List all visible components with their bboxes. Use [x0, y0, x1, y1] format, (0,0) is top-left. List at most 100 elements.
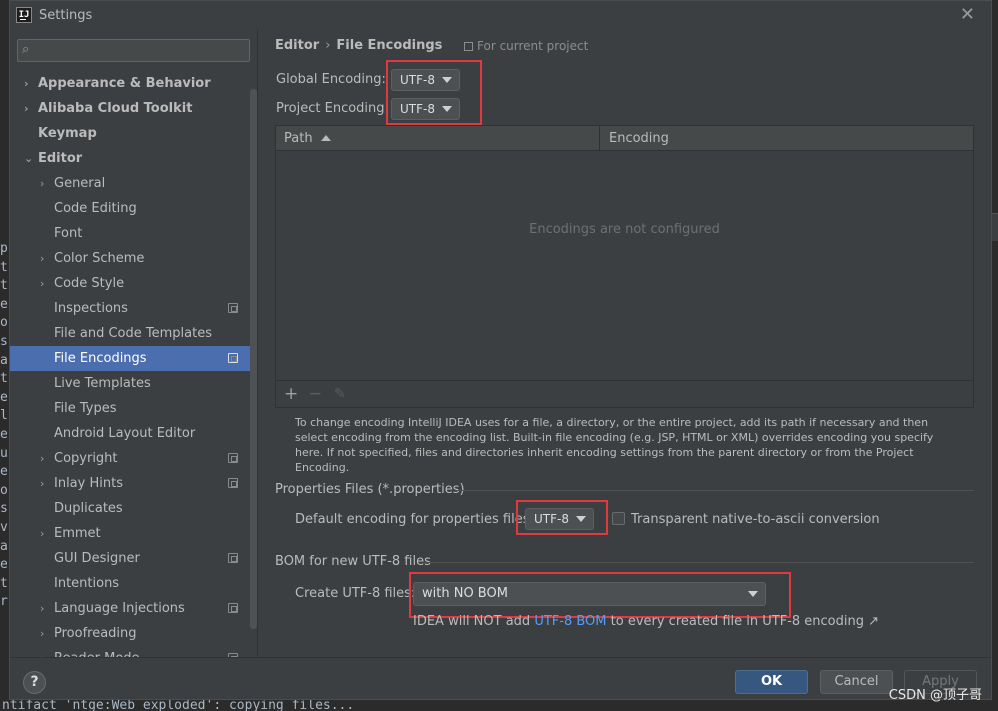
sidebar-item-alibaba-cloud-toolkit[interactable]: › Alibaba Cloud Toolkit: [10, 96, 250, 121]
sidebar-item-keymap[interactable]: Keymap: [10, 121, 250, 146]
sidebar-item-label: Code Editing: [54, 201, 137, 216]
sidebar-item-label: File Encodings: [54, 351, 147, 366]
chevron-right-icon[interactable]: ›: [40, 246, 44, 271]
sidebar-item-editor[interactable]: ⌄ Editor: [10, 146, 250, 171]
background-letter: p: [0, 241, 8, 256]
sidebar-item-label: GUI Designer: [54, 551, 140, 566]
settings-dialog: IJ Settings ✕ ⌕ › Appearance & Behavior › A…: [9, 0, 992, 700]
sidebar-item-language-injections[interactable]: › Language Injections: [10, 596, 250, 621]
breadcrumb: Editor › File Encodings: [275, 38, 442, 53]
add-icon[interactable]: +: [284, 384, 298, 404]
sidebar-item-label: Copyright: [54, 451, 118, 466]
background-letter: v: [0, 519, 8, 535]
sidebar-scrollbar[interactable]: [250, 89, 257, 629]
cancel-button[interactable]: Cancel: [820, 670, 893, 694]
background-letter: t: [0, 371, 8, 387]
sidebar-item-label: Language Injections: [54, 601, 185, 616]
column-header-encoding[interactable]: Encoding: [601, 126, 973, 151]
properties-encoding-label: Default encoding for properties files:: [295, 512, 534, 527]
sidebar-item-gui-designer[interactable]: GUI Designer: [10, 546, 250, 571]
sidebar-item-label: Color Scheme: [54, 251, 145, 266]
chevron-right-icon[interactable]: ›: [40, 271, 44, 296]
sidebar-item-reader-mode[interactable]: › Reader Mode: [10, 646, 250, 657]
sidebar-item-proofreading[interactable]: › Proofreading: [10, 621, 250, 646]
sidebar-item-code-style[interactable]: › Code Style: [10, 271, 250, 296]
sidebar-item-file-encodings[interactable]: File Encodings: [10, 346, 250, 371]
sidebar-item-file-and-code-templates[interactable]: File and Code Templates: [10, 321, 250, 346]
bom-section-title: BOM for new UTF-8 files: [275, 554, 431, 569]
chevron-down-icon[interactable]: ⌄: [24, 146, 33, 171]
settings-search-input[interactable]: ⌕: [17, 39, 250, 62]
create-utf8-files-label: Create UTF-8 files:: [295, 586, 416, 601]
chevron-right-icon[interactable]: ›: [24, 96, 29, 121]
sidebar-item-emmet[interactable]: › Emmet: [10, 521, 250, 546]
utf8-bom-link[interactable]: UTF-8 BOM: [534, 614, 606, 629]
project-scope-icon: [228, 303, 238, 313]
sidebar-item-label: Live Templates: [54, 376, 151, 391]
chevron-right-icon[interactable]: ›: [24, 71, 29, 96]
sidebar-item-file-types[interactable]: File Types: [10, 396, 250, 421]
sidebar-item-label: Alibaba Cloud Toolkit: [38, 101, 193, 116]
close-icon[interactable]: ✕: [960, 4, 975, 25]
chevron-right-icon[interactable]: ›: [40, 521, 44, 546]
breadcrumb-separator: ›: [325, 38, 331, 53]
sidebar-item-label: Editor: [38, 151, 83, 166]
project-scope-icon: [464, 42, 473, 51]
column-header-path[interactable]: Path: [276, 126, 600, 151]
sidebar-item-label: Appearance & Behavior: [38, 76, 211, 91]
sidebar-item-live-templates[interactable]: Live Templates: [10, 371, 250, 396]
sidebar-item-label: Duplicates: [54, 501, 123, 516]
file-encodings-panel: Editor › File Encodings For current projec…: [259, 29, 991, 657]
window-title: Settings: [39, 8, 93, 23]
sidebar-item-android-layout-editor[interactable]: Android Layout Editor: [10, 421, 250, 446]
properties-section-title: Properties Files (*.properties): [275, 482, 465, 497]
background-letter: a: [0, 352, 8, 368]
sidebar-item-appearance-behavior[interactable]: › Appearance & Behavior: [10, 71, 250, 96]
chevron-right-icon[interactable]: ›: [40, 596, 44, 621]
sidebar-item-duplicates[interactable]: Duplicates: [10, 496, 250, 521]
chevron-right-icon[interactable]: ›: [40, 621, 44, 646]
sidebar-item-label: Intentions: [54, 576, 120, 591]
sidebar-item-code-editing[interactable]: Code Editing: [10, 196, 250, 221]
settings-sidebar: ⌕ › Appearance & Behavior › Alibaba Cloud T…: [10, 29, 258, 657]
native-to-ascii-checkbox[interactable]: [612, 512, 625, 525]
ok-button[interactable]: OK: [735, 670, 808, 694]
remove-icon[interactable]: −: [308, 384, 322, 404]
project-encoding-label: Project Encoding:: [276, 101, 389, 116]
background-letter: e: [0, 389, 8, 405]
sidebar-item-label: Inlay Hints: [54, 476, 123, 491]
sidebar-item-label: Android Layout Editor: [54, 426, 196, 441]
background-letter: o: [0, 315, 8, 331]
section-divider: [423, 562, 974, 563]
watermark: CSDN @顶子哥: [888, 688, 982, 703]
sidebar-item-intentions[interactable]: Intentions: [10, 571, 250, 596]
sidebar-item-inspections[interactable]: Inspections: [10, 296, 250, 321]
chevron-right-icon[interactable]: ›: [40, 171, 44, 196]
chevron-right-icon[interactable]: ›: [40, 471, 44, 496]
background-letter: u: [0, 445, 8, 461]
sidebar-item-label: Emmet: [54, 526, 101, 541]
project-scope-icon: [228, 353, 238, 363]
for-project-hint: For current project: [464, 39, 588, 53]
help-button[interactable]: ?: [23, 671, 46, 694]
background-letter: l: [0, 408, 8, 424]
encoding-help-text: To change encoding IntelliJ IDEA uses fo…: [295, 416, 934, 474]
breadcrumb-parent[interactable]: Editor: [275, 38, 319, 53]
project-scope-icon: [228, 603, 238, 613]
sidebar-item-font[interactable]: Font: [10, 221, 250, 246]
background-console-text: ntifact 'ntge:Web exploded': copying fil…: [2, 700, 355, 711]
edit-icon[interactable]: ✎: [334, 386, 346, 402]
global-encoding-label: Global Encoding:: [276, 72, 386, 87]
sidebar-item-inlay-hints[interactable]: › Inlay Hints: [10, 471, 250, 496]
table-toolbar: + − ✎: [276, 380, 973, 407]
background-letter: e: [0, 296, 8, 312]
background-letter: t: [0, 278, 8, 294]
chevron-right-icon[interactable]: ›: [40, 446, 44, 471]
background-letter: t: [0, 575, 8, 591]
breadcrumb-current: File Encodings: [336, 38, 443, 53]
sidebar-item-general[interactable]: › General: [10, 171, 250, 196]
chevron-right-icon[interactable]: ›: [40, 646, 44, 657]
background-letter: o: [0, 482, 8, 498]
sidebar-item-color-scheme[interactable]: › Color Scheme: [10, 246, 250, 271]
sidebar-item-copyright[interactable]: › Copyright: [10, 446, 250, 471]
